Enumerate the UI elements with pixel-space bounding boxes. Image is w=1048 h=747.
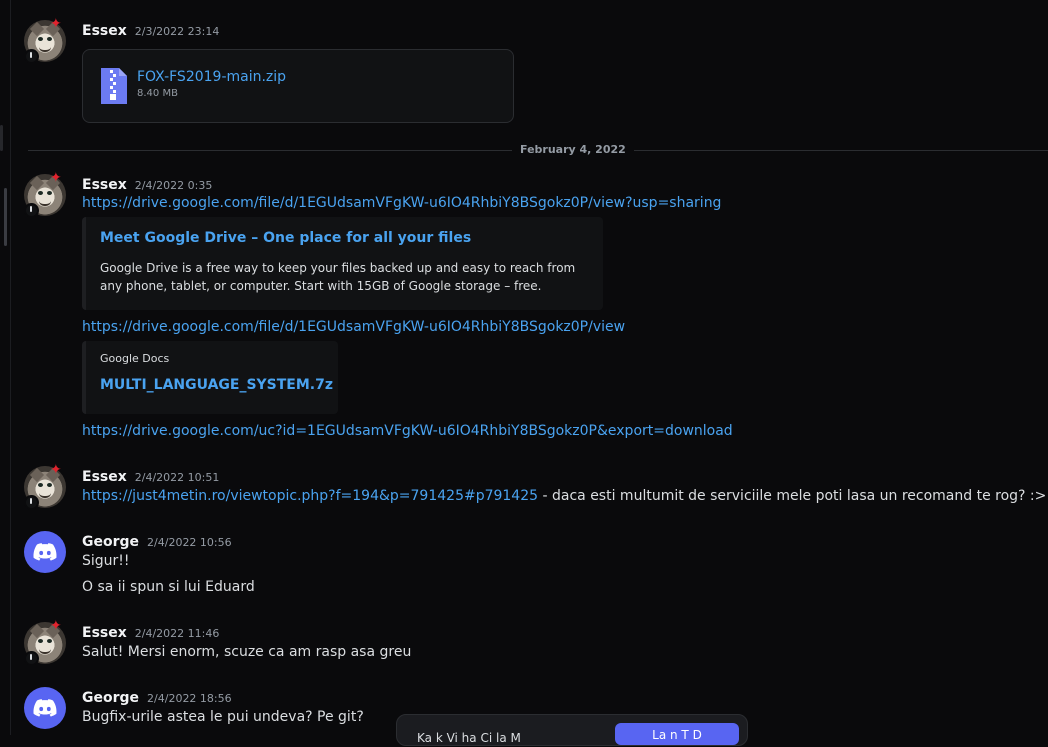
forum-link[interactable]: https://just4metin.ro/viewtopic.php?f=19… — [82, 488, 538, 504]
timestamp: 2/4/2022 10:51 — [134, 471, 220, 484]
message-header: George 2/4/2022 10:56 — [82, 531, 232, 550]
timestamp: 2/4/2022 0:35 — [134, 179, 213, 192]
message-content: https://drive.google.com/uc?id=1EGUdsamV… — [82, 423, 733, 439]
embed-title[interactable]: Meet Google Drive – One place for all yo… — [100, 230, 471, 246]
message-text: O sa ii spun si lui Eduard — [82, 579, 255, 595]
timestamp: 2/4/2022 10:56 — [147, 536, 232, 549]
message-content: https://just4metin.ro/viewtopic.php?f=19… — [82, 488, 1046, 504]
bottom-popup: Ka k Vi ha Ci la M La n T D — [396, 714, 748, 746]
avatar-decoration-icon: ✦ — [50, 462, 62, 478]
message-header: Essex 2/4/2022 0:35 — [82, 174, 212, 193]
embed-provider[interactable]: Google Docs — [100, 352, 169, 365]
attachment-size: 8.40 MB — [137, 88, 178, 99]
clock-status-icon — [24, 203, 39, 218]
embed-description: Google Drive is a free way to keep your … — [100, 261, 576, 293]
drive-sharing-link[interactable]: https://drive.google.com/file/d/1EGUdsam… — [82, 195, 721, 211]
message-header: Essex 2/3/2022 23:14 — [82, 20, 219, 39]
popup-button[interactable]: La n T D — [615, 723, 739, 745]
clock-status-icon — [24, 651, 39, 666]
timestamp: 2/4/2022 18:56 — [147, 692, 232, 705]
link-embed: Google Docs MULTI_LANGUAGE_SYSTEM.7z — [82, 341, 338, 414]
message-text: - daca esti multumit de serviciile mele … — [538, 488, 1047, 504]
discord-logo-icon — [33, 543, 57, 561]
avatar-decoration-icon: ✦ — [50, 618, 62, 634]
scrollbar-nub — [0, 125, 3, 151]
scrollbar-thumb[interactable] — [4, 188, 7, 246]
author-name[interactable]: Essex — [82, 23, 127, 39]
avatar-decoration-icon: ✦ — [50, 170, 62, 186]
file-attachment[interactable]: FOX-FS2019-main.zip 8.40 MB — [82, 49, 514, 123]
message-header: Essex 2/4/2022 10:51 — [82, 466, 219, 485]
message-header: Essex 2/4/2022 11:46 — [82, 622, 219, 641]
author-name[interactable]: George — [82, 534, 139, 550]
drive-download-link[interactable]: https://drive.google.com/uc?id=1EGUdsamV… — [82, 423, 733, 439]
clock-status-icon — [24, 49, 39, 64]
attachment-filename[interactable]: FOX-FS2019-main.zip — [137, 69, 286, 85]
author-name[interactable]: Essex — [82, 625, 127, 641]
date-divider-label: February 4, 2022 — [512, 143, 634, 156]
avatar-decoration-icon: ✦ — [50, 16, 62, 32]
embed-title[interactable]: MULTI_LANGUAGE_SYSTEM.7z — [100, 377, 333, 393]
message-text: Bugfix-urile astea le pui undeva? Pe git… — [82, 709, 364, 725]
scrollbar[interactable] — [0, 0, 11, 735]
author-name[interactable]: George — [82, 690, 139, 706]
avatar[interactable] — [24, 531, 66, 573]
message-content: https://drive.google.com/file/d/1EGUdsam… — [82, 195, 721, 211]
avatar[interactable] — [24, 687, 66, 729]
link-embed: Meet Google Drive – One place for all yo… — [82, 217, 603, 310]
message-text: Sigur!! — [82, 553, 130, 569]
zip-file-icon — [101, 68, 127, 104]
message-header: George 2/4/2022 18:56 — [82, 687, 232, 706]
clock-status-icon — [24, 495, 39, 510]
author-name[interactable]: Essex — [82, 469, 127, 485]
message-text: Salut! Mersi enorm, scuze ca am rasp asa… — [82, 644, 412, 660]
author-name[interactable]: Essex — [82, 177, 127, 193]
drive-view-link[interactable]: https://drive.google.com/file/d/1EGUdsam… — [82, 319, 625, 335]
popup-text: Ka k Vi ha Ci la M — [417, 731, 521, 745]
discord-logo-icon — [33, 699, 57, 717]
message-content: https://drive.google.com/file/d/1EGUdsam… — [82, 319, 625, 335]
timestamp: 2/3/2022 23:14 — [134, 25, 220, 38]
chat-log: ✦ Essex 2/3/2022 23:14 FOX-FS2019-main.zi… — [12, 0, 1048, 735]
timestamp: 2/4/2022 11:46 — [134, 627, 220, 640]
